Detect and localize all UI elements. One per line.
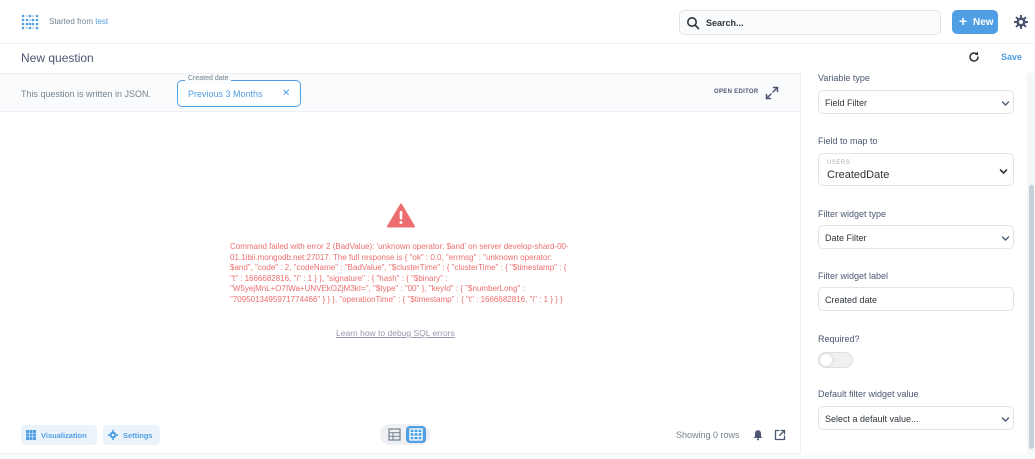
visualization-label: Visualization: [41, 431, 87, 440]
widget-type-label: Filter widget type: [818, 209, 887, 219]
warning-icon: [387, 203, 415, 228]
widget-type-select[interactable]: Date Filter: [818, 225, 1014, 249]
native-query-note: This question is written in JSON.: [21, 89, 152, 99]
refresh-icon[interactable]: [967, 50, 981, 64]
gear-icon[interactable]: [1013, 14, 1029, 30]
field-map-label: Field to map to: [818, 136, 878, 146]
search-placeholder: Search...: [706, 18, 744, 28]
error-message: Command failed with error 2 (BadValue): …: [230, 242, 569, 304]
table-icon[interactable]: [388, 428, 401, 441]
row-count: Showing 0 rows: [676, 430, 740, 440]
settings-icon: [108, 430, 118, 440]
variable-type-label: Variable type: [818, 73, 870, 83]
bell-icon[interactable]: [752, 429, 764, 441]
widget-type-value: Date Filter: [825, 233, 867, 243]
breadcrumb-prefix: Started from: [49, 17, 94, 26]
visualization-icon: [26, 430, 36, 440]
filter-widget-created-date[interactable]: Created date Previous 3 Months ✕: [177, 74, 301, 107]
top-navbar: Started from test Search... + New: [0, 0, 1035, 44]
widget-label-label: Filter widget label: [818, 271, 889, 281]
expand-icon[interactable]: [765, 86, 779, 100]
new-button-label: New: [973, 17, 994, 28]
default-value-label: Default filter widget value: [818, 389, 919, 399]
view-toggle: [380, 424, 430, 445]
toggle-knob: [820, 354, 832, 366]
new-button[interactable]: + New: [952, 10, 998, 34]
grid-view-button[interactable]: [406, 426, 426, 443]
save-button[interactable]: Save: [1001, 52, 1022, 62]
close-icon[interactable]: ✕: [282, 88, 290, 99]
default-value-placeholder: Select a default value...: [825, 414, 919, 424]
chevron-down-icon: [1001, 417, 1010, 422]
search-icon: [687, 17, 700, 30]
visualization-button[interactable]: Visualization: [21, 425, 97, 445]
widget-label-input[interactable]: Created date: [818, 287, 1014, 311]
metabase-logo[interactable]: [21, 14, 39, 32]
search-input[interactable]: Search...: [679, 10, 941, 35]
field-map-table: USERS: [827, 160, 851, 166]
external-link-icon[interactable]: [774, 429, 786, 441]
settings-label: Settings: [123, 431, 153, 440]
variable-type-value: Field Filter: [825, 98, 868, 108]
chevron-down-icon: [1001, 236, 1010, 241]
filter-widget-value[interactable]: Previous 3 Months: [188, 89, 263, 99]
open-editor-button[interactable]: OPEN EDITOR: [714, 89, 759, 95]
plus-icon: +: [959, 13, 968, 29]
chevron-down-icon: [999, 169, 1008, 175]
required-toggle[interactable]: [818, 352, 853, 368]
settings-button[interactable]: Settings: [103, 425, 160, 445]
required-label: Required?: [818, 334, 860, 344]
field-map-select[interactable]: USERS CreatedDate: [818, 153, 1014, 186]
filter-bar: This question is written in JSON. Create…: [0, 73, 800, 112]
breadcrumb: Started from test: [49, 17, 108, 26]
breadcrumb-link[interactable]: test: [95, 17, 108, 26]
panel-scroll-thumb[interactable]: [1029, 185, 1034, 449]
default-value-select[interactable]: Select a default value...: [818, 406, 1014, 430]
widget-label-value: Created date: [825, 295, 878, 305]
page-title: New question: [21, 51, 94, 65]
variable-type-select[interactable]: Field Filter: [818, 90, 1014, 114]
debug-sql-link[interactable]: Learn how to debug SQL errors: [336, 328, 455, 338]
grid-icon: [409, 428, 423, 441]
field-map-field: CreatedDate: [827, 169, 890, 181]
chevron-down-icon: [1001, 101, 1010, 106]
filter-widget-legend: Created date: [185, 74, 232, 84]
footer-bar: Visualization Settings Showing 0 rows: [0, 418, 800, 454]
